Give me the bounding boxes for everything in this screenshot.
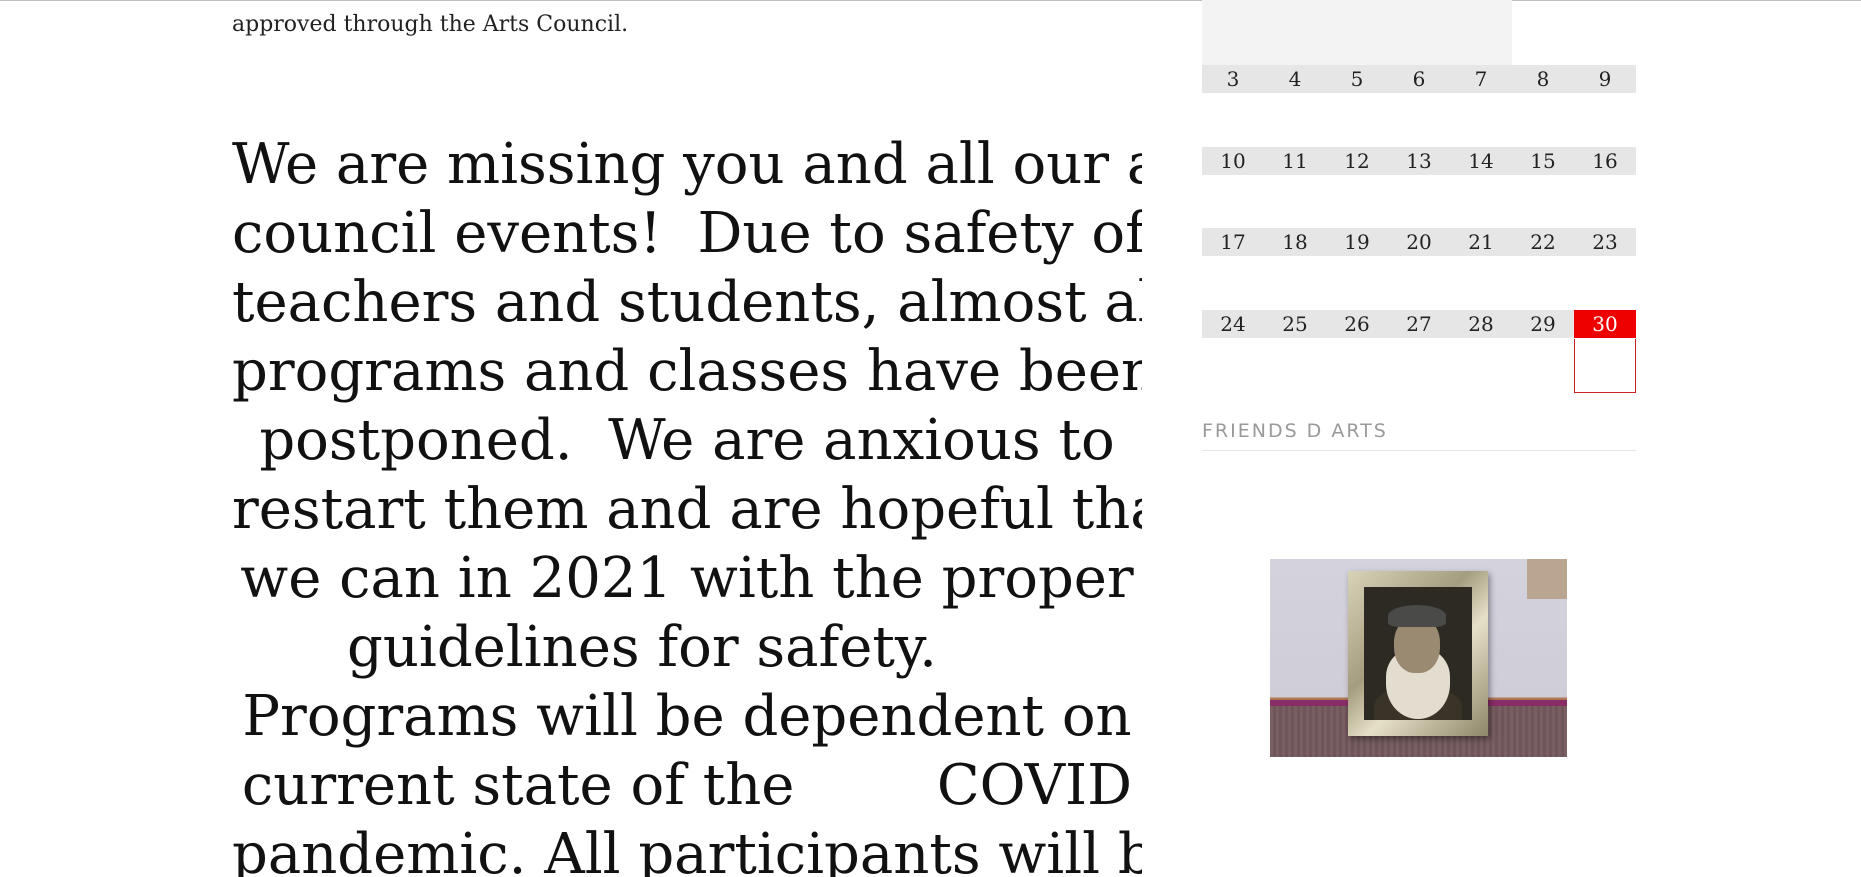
calendar-day[interactable]: 8 — [1512, 65, 1574, 93]
calendar-week: 17 18 19 20 21 22 23 — [1202, 228, 1636, 256]
message-line: postponed. We are anxious to — [259, 408, 1115, 473]
calendar-day[interactable]: 15 — [1512, 147, 1574, 175]
calendar-day[interactable]: 5 — [1326, 65, 1388, 93]
calendar-day[interactable]: 17 — [1202, 228, 1264, 256]
calendar-day[interactable]: 26 — [1326, 310, 1388, 338]
picture-frame — [1348, 571, 1488, 736]
calendar-day[interactable]: 23 — [1574, 228, 1636, 256]
calendar-day[interactable]: 14 — [1450, 147, 1512, 175]
calendar-today-cell[interactable] — [1574, 339, 1636, 393]
calendar-day[interactable]: 3 — [1202, 65, 1264, 93]
message-line: guidelines for safety. — [347, 615, 1080, 680]
calendar-day[interactable]: 16 — [1574, 147, 1636, 175]
calendar-day-today[interactable]: 30 — [1574, 310, 1636, 338]
message-line: Programs will be dependent on — [242, 684, 1132, 749]
main-content: approved through the Arts Council. We ar… — [232, 0, 1142, 877]
announcement-message: We are missing you and all our arts coun… — [232, 130, 1142, 877]
message-line: we can in 2021 with the proper — [240, 546, 1134, 611]
calendar-week: 10 11 12 13 14 15 16 — [1202, 147, 1636, 175]
message-line: council events! Due to safety of our — [232, 201, 1142, 266]
calendar-day[interactable]: 13 — [1388, 147, 1450, 175]
calendar-day[interactable]: 4 — [1264, 65, 1326, 93]
calendar-day[interactable]: 11 — [1264, 147, 1326, 175]
calendar-day[interactable]: 7 — [1450, 65, 1512, 93]
calendar-day[interactable]: 12 — [1326, 147, 1388, 175]
calendar-blank-cells — [1202, 0, 1512, 65]
calendar-day[interactable]: 10 — [1202, 147, 1264, 175]
message-line: teachers and students, almost all — [232, 270, 1142, 335]
calendar-day[interactable]: 20 — [1388, 228, 1450, 256]
calendar-day[interactable]: 22 — [1512, 228, 1574, 256]
calendar-day[interactable]: 21 — [1450, 228, 1512, 256]
calendar-day[interactable]: 19 — [1326, 228, 1388, 256]
calendar-day[interactable]: 29 — [1512, 310, 1574, 338]
message-line: pandemic. All participants will be — [232, 822, 1142, 877]
message-line: programs and classes have been — [232, 339, 1142, 404]
calendar-day[interactable]: 18 — [1264, 228, 1326, 256]
framed-portrait-photo[interactable] — [1270, 559, 1567, 757]
calendar-day[interactable]: 28 — [1450, 310, 1512, 338]
calendar-day[interactable]: 6 — [1388, 65, 1450, 93]
message-line: restart them and are hopeful that — [232, 477, 1142, 542]
message-line: We are missing you and all our arts — [232, 132, 1142, 197]
widget-title: FRIENDS D ARTS — [1202, 420, 1636, 451]
calendar-week: 3 4 5 6 7 8 9 — [1202, 65, 1636, 93]
calendar-day[interactable]: 24 — [1202, 310, 1264, 338]
intro-text: approved through the Arts Council. — [232, 12, 629, 37]
calendar-day[interactable]: 9 — [1574, 65, 1636, 93]
calendar-day[interactable]: 25 — [1264, 310, 1326, 338]
calendar-week: 24 25 26 27 28 29 30 — [1202, 310, 1636, 338]
message-line: current state of the COVID — [241, 753, 1133, 818]
calendar-day[interactable]: 27 — [1388, 310, 1450, 338]
